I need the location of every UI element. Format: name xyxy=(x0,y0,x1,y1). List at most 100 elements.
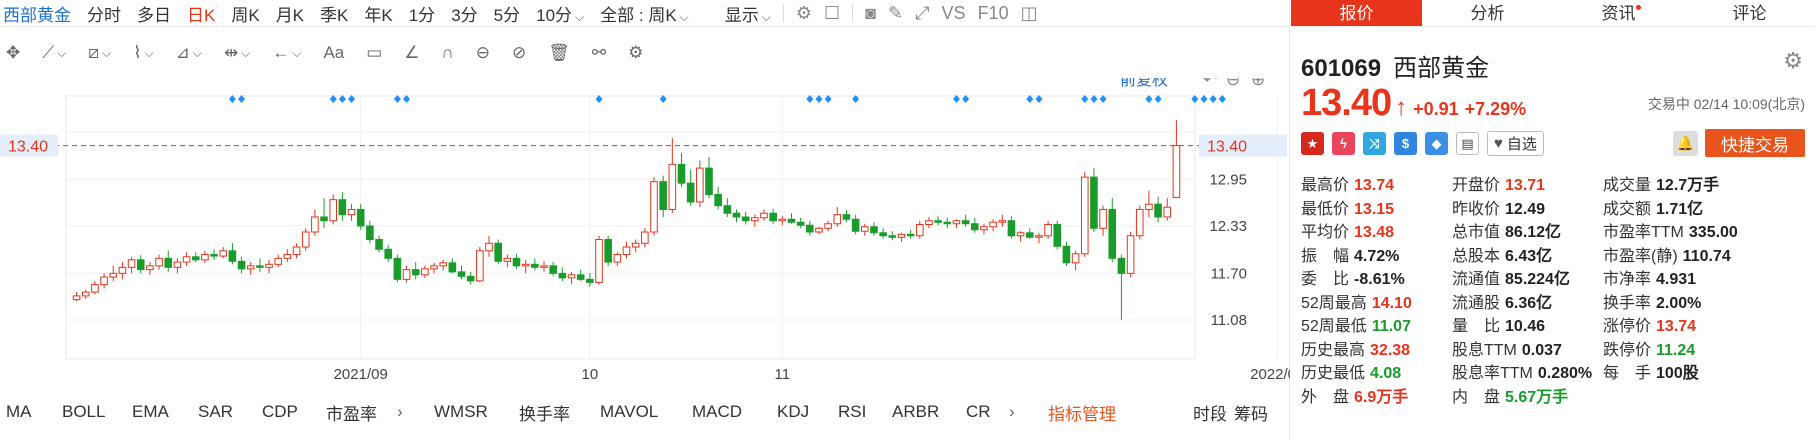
adjust-mode-button[interactable]: 前复权 xyxy=(1120,78,1168,89)
drawing-toolbar: ✥ ⟋ ⌵ ⧄ ⌵ ⌇ ⌵ ⊿ ⌵ ⇹ ⌵ ← ⌵ Aa ▭ ∠ ∩ ⊖ ⊘ 🗑 ⚯ ⚙ xyxy=(0,36,643,70)
settings-icon[interactable]: ⚙ xyxy=(628,43,643,63)
stat-value: 5.67万手 xyxy=(1505,388,1569,406)
indicator-sub-5[interactable]: RSI xyxy=(838,402,866,422)
tab-comments[interactable]: 评论 xyxy=(1684,0,1815,26)
indicator-sub-2[interactable]: MAVOL xyxy=(600,402,658,422)
indicator-sub-4[interactable]: KDJ xyxy=(777,402,809,422)
stats-row: 52周最低 11.07 量 比 10.46 涨停价 13.74 xyxy=(1301,312,1813,336)
range-tool-icon[interactable]: ⇹ ⌵ xyxy=(224,43,250,63)
candle xyxy=(512,253,521,269)
indicator-4[interactable]: CDP xyxy=(262,402,298,422)
stock-name[interactable]: 西部黄金 xyxy=(3,1,71,26)
period-5min[interactable]: 5分 xyxy=(494,1,520,26)
indicator-sub-1[interactable]: 换手率 xyxy=(519,400,570,425)
magnet-icon[interactable]: ∩ xyxy=(442,43,454,63)
arrow-tool-icon[interactable]: ← ⌵ xyxy=(272,43,301,63)
china-flag-icon[interactable]: ★ xyxy=(1301,132,1324,155)
indicator-sub-6[interactable]: ARBR xyxy=(892,402,939,422)
stat-label: 每 手 xyxy=(1603,365,1652,382)
indicator-manage-button[interactable]: 指标管理 xyxy=(1048,400,1116,425)
vs-button[interactable]: VS xyxy=(942,3,966,24)
panel-toggle-icon[interactable]: ◫ xyxy=(1021,3,1038,24)
indicator-0[interactable]: MA xyxy=(6,402,32,422)
visibility-icon[interactable]: ⊖ xyxy=(476,43,490,63)
candle-body xyxy=(741,216,750,222)
period-3min[interactable]: 3分 xyxy=(451,1,477,26)
indicator-sub-7[interactable]: CR xyxy=(966,402,991,422)
candle-body xyxy=(842,214,851,220)
candle xyxy=(347,204,356,221)
candle xyxy=(1108,198,1117,263)
camera-icon[interactable]: ◙ xyxy=(865,3,876,24)
stat-label: 涨停价 xyxy=(1603,318,1652,335)
tab-analysis[interactable]: 分析 xyxy=(1422,0,1553,26)
lightning-icon[interactable]: ϟ xyxy=(1332,132,1355,155)
candle xyxy=(659,175,667,217)
indicator-5[interactable]: 市盈率 xyxy=(326,400,377,425)
hide-icon[interactable]: ⊘ xyxy=(512,43,526,63)
indicator-sub-3[interactable]: MACD xyxy=(692,402,742,422)
channel-tool-icon[interactable]: ⧄ ⌵ xyxy=(88,43,111,63)
link-icon[interactable]: ⚯ xyxy=(592,43,606,63)
comment-icon[interactable]: ▭ xyxy=(366,43,382,63)
candle xyxy=(1071,250,1080,271)
text-tool-icon[interactable]: Aa xyxy=(323,43,344,63)
stat-value: 6.36亿 xyxy=(1505,294,1553,312)
indicator-2[interactable]: EMA xyxy=(132,402,169,422)
candle xyxy=(1035,232,1043,244)
period-yearly-k[interactable]: 年K xyxy=(364,1,392,26)
tab-quote[interactable]: 报价 xyxy=(1291,0,1422,26)
move-icon[interactable]: ✥ xyxy=(6,43,20,63)
line-tool-icon[interactable]: ⟋ ⌵ xyxy=(42,43,66,63)
settings-icon[interactable]: ⚙ xyxy=(796,3,812,24)
add-watchlist-button[interactable]: ♥ 自选 xyxy=(1487,131,1544,156)
candle-body xyxy=(659,181,667,210)
display-menu[interactable]: 显示 ⌵ xyxy=(725,1,771,26)
angle-icon[interactable]: ∠ xyxy=(404,43,419,63)
stat-cell: 52周最高 14.10 xyxy=(1301,289,1412,313)
candle xyxy=(1053,220,1062,250)
candle-body xyxy=(81,291,90,297)
settings-icon[interactable]: ⚙ xyxy=(1783,48,1803,74)
wave-tool-icon[interactable]: ⌇ ⌵ xyxy=(133,43,153,63)
indicator-sub-0[interactable]: WMSR xyxy=(434,402,488,422)
note-icon[interactable]: ▤ xyxy=(1456,132,1479,155)
chevron-right-icon[interactable]: › xyxy=(1009,402,1015,422)
tag-icon[interactable]: ◆ xyxy=(1425,132,1448,155)
undo-icon[interactable]: ↶ xyxy=(1203,78,1217,90)
trash-icon[interactable]: 🗑 xyxy=(548,43,570,63)
chevron-right-icon[interactable]: › xyxy=(397,402,403,422)
shuffle-icon[interactable]: ⤨ xyxy=(1363,132,1386,155)
tab-news[interactable]: 资讯 xyxy=(1553,0,1684,26)
kline-chart[interactable]: 11.0811.7012.3312.952021/0910112022/0121… xyxy=(0,78,1290,394)
period-weekly-k[interactable]: 周K xyxy=(231,1,259,26)
period-multiday[interactable]: 多日 xyxy=(137,1,171,26)
candle-body xyxy=(109,272,118,278)
square-icon[interactable]: ☐ xyxy=(824,3,840,24)
fast-trade-button[interactable]: 快捷交易 xyxy=(1705,129,1805,157)
f10-button[interactable]: F10 xyxy=(978,3,1009,24)
period-10min[interactable]: 10分 ⌵ xyxy=(536,1,584,26)
indicator-3[interactable]: SAR xyxy=(198,402,233,422)
pencil-icon[interactable]: ✎ xyxy=(888,3,903,24)
period-minute[interactable]: 分时 xyxy=(87,1,121,26)
chip-button[interactable]: 筹码 xyxy=(1234,400,1268,425)
stat-value: 0.280% xyxy=(1537,365,1593,382)
zoom-out-icon[interactable]: ⊖ xyxy=(1226,78,1240,90)
time-range-button[interactable]: 时段 xyxy=(1193,400,1227,425)
period-quarterly-k[interactable]: 季K xyxy=(320,1,348,26)
fib-tool-icon[interactable]: ⊿ ⌵ xyxy=(176,43,202,63)
fullscreen-icon[interactable]: ⤢ xyxy=(915,3,929,24)
indicator-1[interactable]: BOLL xyxy=(62,402,105,422)
stat-value: 13.15 xyxy=(1354,200,1395,218)
period-daily-k[interactable]: 日K xyxy=(187,1,215,26)
dollar-icon[interactable]: $ xyxy=(1394,132,1417,155)
overlay-select[interactable]: 全部 : 周K ⌵ xyxy=(600,1,689,26)
period-monthly-k[interactable]: 月K xyxy=(276,1,304,26)
bell-icon[interactable]: 🔔 xyxy=(1673,131,1698,156)
period-1min[interactable]: 1分 xyxy=(409,1,435,26)
candle xyxy=(1016,231,1025,242)
zoom-in-icon[interactable]: ⊕ xyxy=(1251,78,1265,90)
stat-label: 流通股 xyxy=(1452,294,1501,312)
candle-body xyxy=(1163,206,1172,218)
